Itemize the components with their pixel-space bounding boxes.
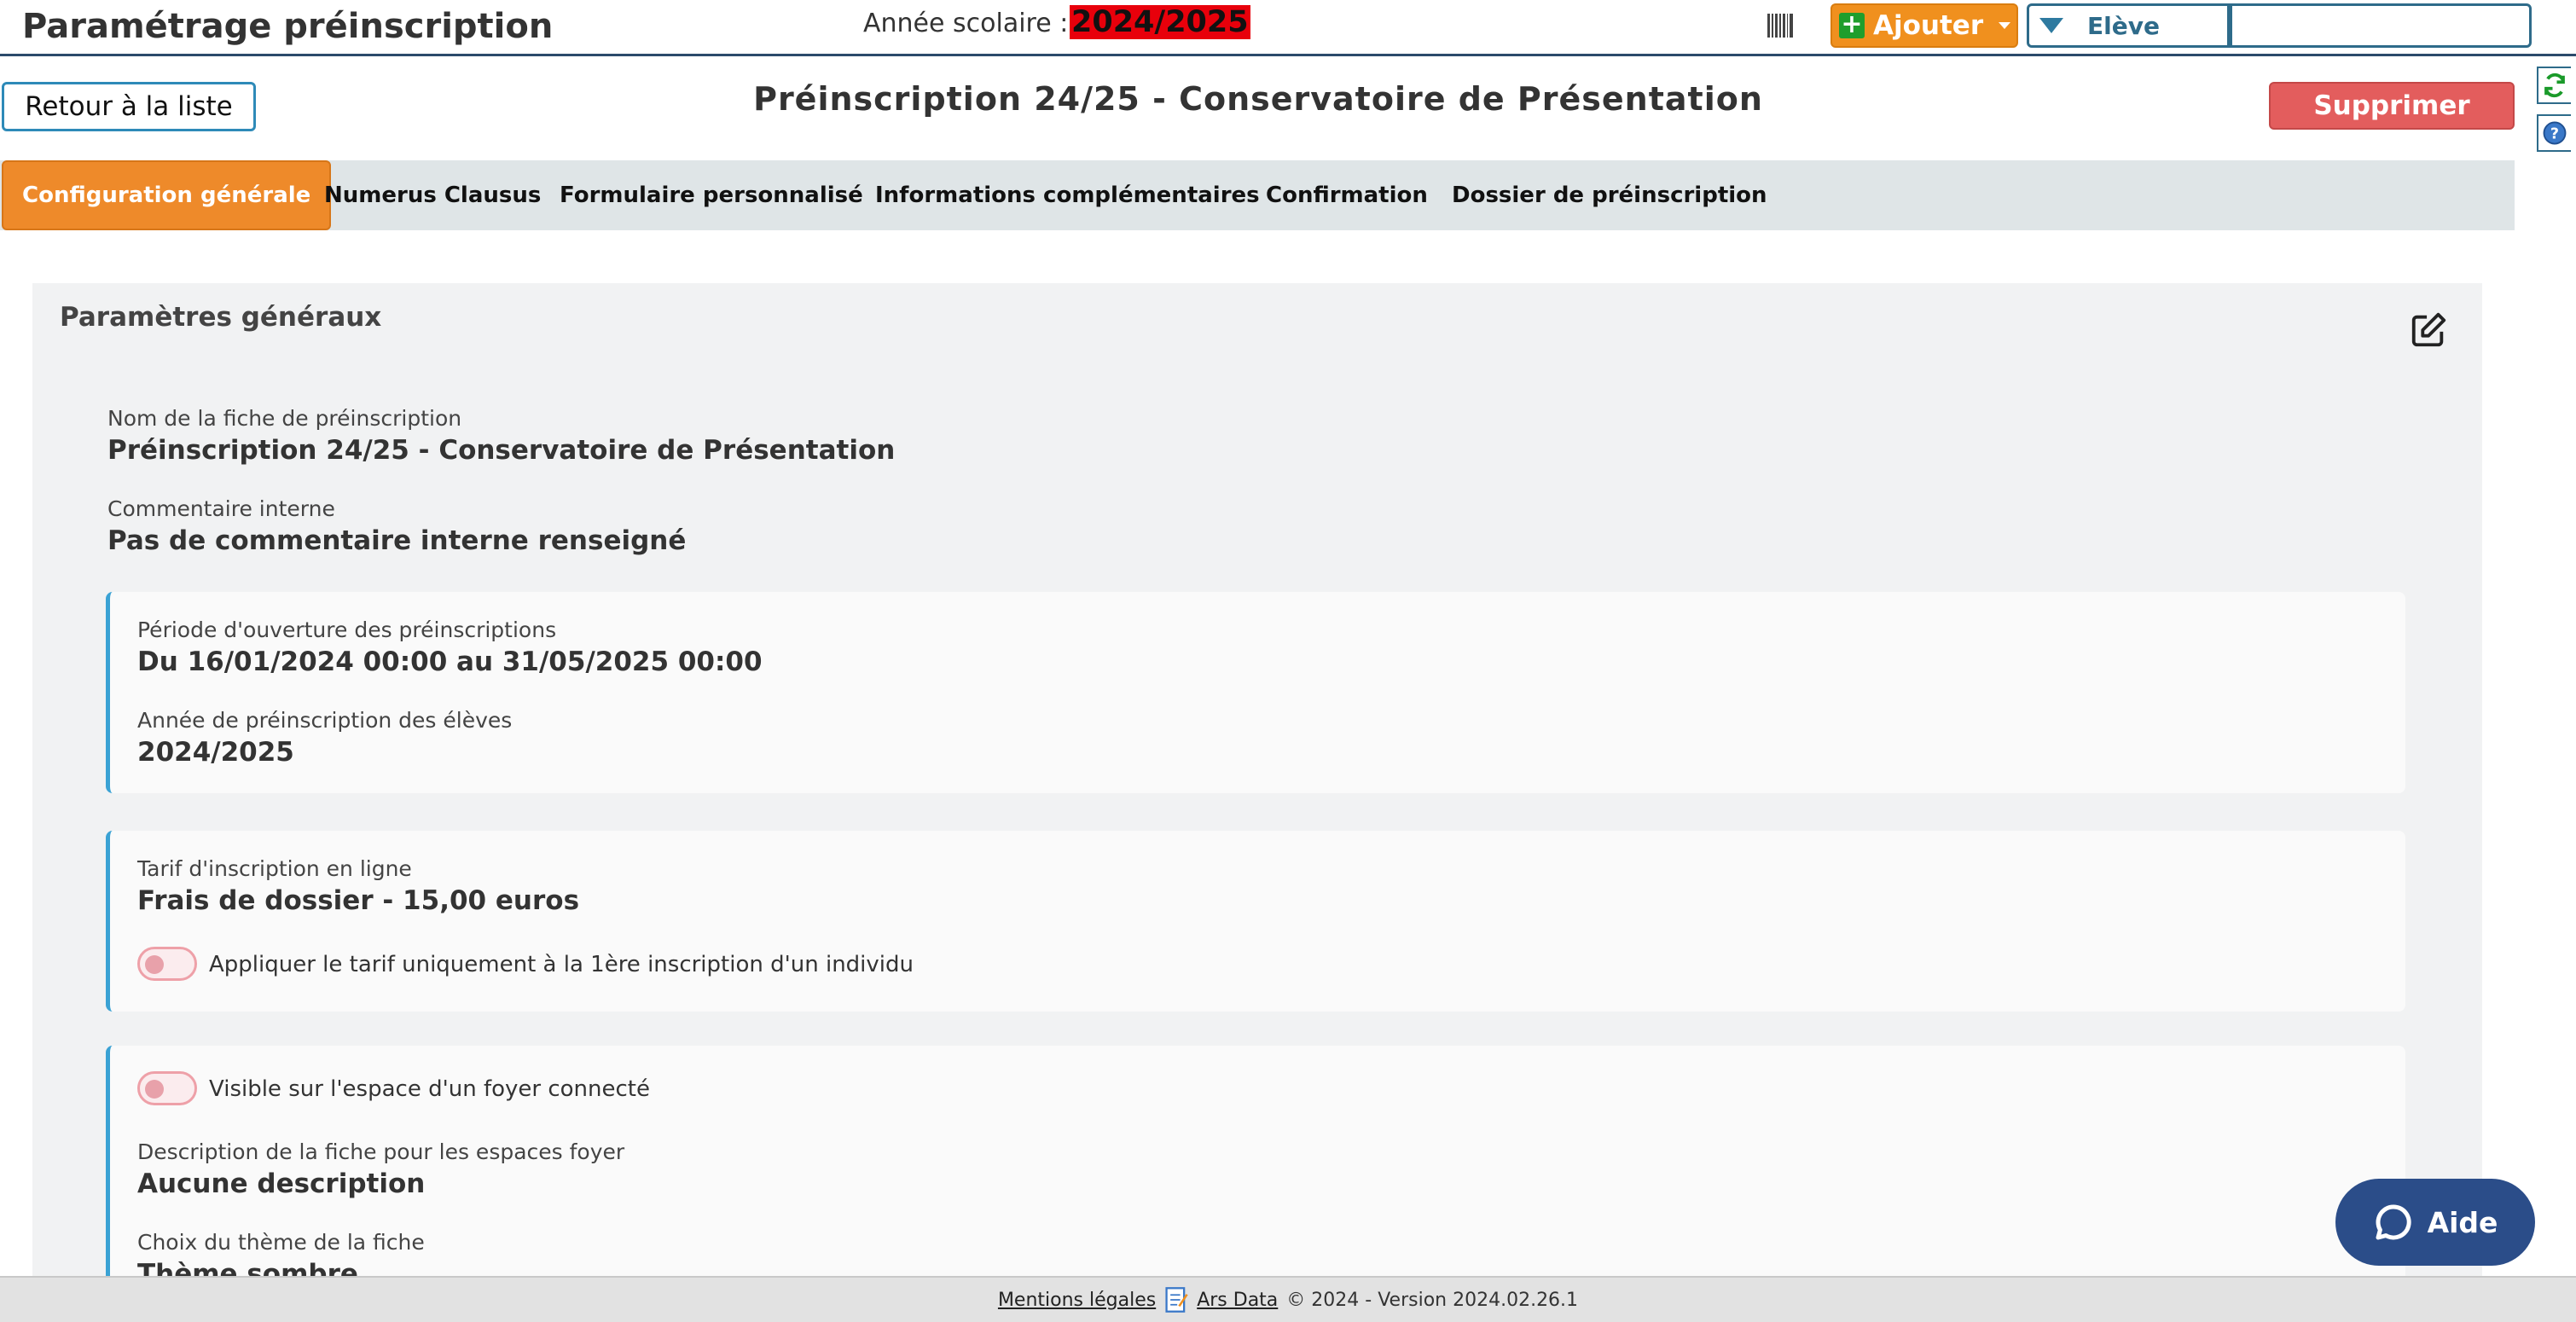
fee-card: Tarif d'inscription en ligne Frais de do… <box>106 831 2405 1012</box>
tab-confirmation[interactable]: Confirmation <box>1266 160 1428 230</box>
add-button[interactable]: + Ajouter <box>1830 3 2018 48</box>
tab-numerus-clausus[interactable]: Numerus Clausus <box>324 160 541 230</box>
student-year-value: 2024/2025 <box>137 737 294 768</box>
company-link[interactable]: Ars Data <box>1197 1290 1278 1311</box>
theme-label: Choix du thème de la fiche <box>137 1230 425 1255</box>
search-type-label: Elève <box>2087 11 2160 40</box>
opening-period-value: Du 16/01/2024 00:00 au 31/05/2025 00:00 <box>137 647 763 677</box>
visible-household-toggle[interactable] <box>137 1071 197 1105</box>
document-edit-icon <box>1165 1287 1188 1313</box>
footer: Mentions légales Ars Data © 2024 - Versi… <box>0 1276 2576 1322</box>
school-year-value[interactable]: 2024/2025 <box>1070 5 1250 39</box>
online-fee-label: Tarif d'inscription en ligne <box>137 856 412 881</box>
delete-button[interactable]: Supprimer <box>2269 82 2515 130</box>
tab-bar: Configuration générale Numerus Clausus F… <box>0 160 2515 230</box>
search-type-select[interactable]: Elève <box>2027 3 2230 48</box>
school-year-label: Année scolaire : <box>863 9 1069 38</box>
online-fee-value: Frais de dossier - 15,00 euros <box>137 885 580 916</box>
plus-icon: + <box>1839 12 1865 38</box>
tab-general-config[interactable]: Configuration générale <box>2 160 332 230</box>
app-title: Paramétrage préinscription <box>22 7 554 46</box>
svg-text:?: ? <box>2550 125 2559 142</box>
top-header: Paramétrage préinscription Année scolair… <box>0 0 2576 56</box>
refresh-icon[interactable] <box>2537 67 2571 104</box>
description-value: Aucune description <box>137 1168 426 1199</box>
help-icon[interactable]: ? <box>2537 114 2571 152</box>
triangle-down-icon <box>2039 18 2063 33</box>
tab-custom-form[interactable]: Formulaire personnalisé <box>560 160 863 230</box>
search-input[interactable] <box>2230 3 2532 48</box>
panel-title: Paramètres généraux <box>60 302 382 333</box>
caret-down-icon <box>1999 22 2011 29</box>
form-name-value: Préinscription 24/25 - Conservatoire de … <box>107 435 896 466</box>
help-chat-button[interactable]: Aide <box>2335 1179 2535 1266</box>
internal-comment-value: Pas de commentaire interne renseigné <box>107 525 687 556</box>
tab-additional-info[interactable]: Informations complémentaires <box>875 160 1260 230</box>
legal-notice-link[interactable]: Mentions légales <box>998 1290 1156 1311</box>
page-title: Préinscription 24/25 - Conservatoire de … <box>753 80 1763 118</box>
copyright-text: © 2024 - Version 2024.02.26.1 <box>1286 1289 1579 1311</box>
opening-period-label: Période d'ouverture des préinscriptions <box>137 618 557 642</box>
first-registration-toggle[interactable] <box>137 947 197 981</box>
visible-household-toggle-label: Visible sur l'espace d'un foyer connecté <box>209 1076 650 1102</box>
edit-icon[interactable] <box>2409 310 2448 350</box>
general-settings-panel: Paramètres généraux Nom de la fiche de p… <box>32 283 2482 1319</box>
internal-comment-label: Commentaire interne <box>107 496 335 521</box>
chat-bubble-icon <box>2376 1204 2411 1240</box>
help-chat-label: Aide <box>2427 1205 2498 1239</box>
barcode-icon[interactable] <box>1767 14 1793 38</box>
student-year-label: Année de préinscription des élèves <box>137 708 513 733</box>
period-card: Période d'ouverture des préinscriptions … <box>106 592 2405 793</box>
form-name-label: Nom de la fiche de préinscription <box>107 406 462 431</box>
description-label: Description de la fiche pour les espaces… <box>137 1139 625 1164</box>
first-registration-toggle-label: Appliquer le tarif uniquement à la 1ère … <box>209 952 914 977</box>
tab-preregistration-file[interactable]: Dossier de préinscription <box>1452 160 1767 230</box>
add-button-label: Ajouter <box>1873 10 1984 41</box>
